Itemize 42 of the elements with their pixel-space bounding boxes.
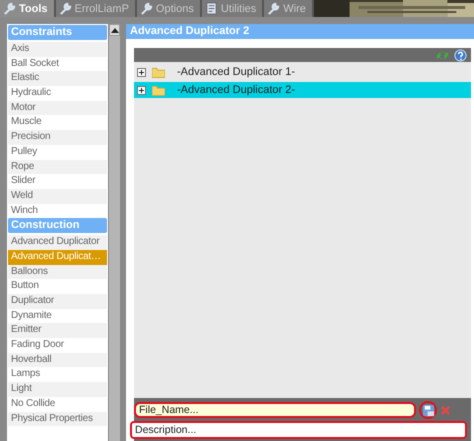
page-icon <box>204 2 218 15</box>
tool-item[interactable]: Hoverball <box>8 352 108 368</box>
tool-item[interactable]: Winch <box>8 204 108 218</box>
tool-item[interactable]: Emitter <box>8 323 108 338</box>
tool-item[interactable]: Precision <box>8 130 108 145</box>
tool-item[interactable]: Light <box>8 382 108 397</box>
tab[interactable]: ErrolLiamP <box>56 0 135 17</box>
tool-item[interactable]: Advanced Duplicator <box>8 235 108 250</box>
tool-item[interactable]: Weld <box>8 188 108 204</box>
scrollbar[interactable] <box>109 24 120 441</box>
tool-item[interactable]: Duplicator <box>8 294 108 309</box>
file-name: -Advanced Duplicator 2- <box>177 84 296 96</box>
tool-item[interactable]: Dynamite <box>8 308 108 324</box>
file-row[interactable]: -Advanced Duplicator 1- <box>134 64 471 80</box>
tool-item[interactable]: Motor <box>8 100 108 116</box>
expand-icon[interactable] <box>137 68 146 76</box>
file-name-field[interactable]: File_Name... <box>134 402 416 418</box>
wrench-icon <box>140 2 153 15</box>
tab[interactable]: Wire <box>264 0 312 17</box>
tab[interactable]: Utilities <box>202 0 262 17</box>
folder-icon <box>152 66 165 78</box>
description-field[interactable]: Description... <box>130 421 467 439</box>
tool-item[interactable]: Ball Socket <box>8 56 108 72</box>
expand-icon[interactable] <box>137 86 146 94</box>
file-name: -Advanced Duplicator 1- <box>177 66 296 78</box>
help-icon[interactable] <box>454 48 467 62</box>
wrench-icon <box>267 2 280 15</box>
file-row[interactable]: -Advanced Duplicator 2- <box>134 82 471 98</box>
tool-item[interactable]: Balloons <box>8 264 108 280</box>
save-icon <box>422 404 434 416</box>
save-button[interactable] <box>419 401 437 419</box>
tab[interactable]: Tools <box>0 0 54 17</box>
wrench-icon <box>3 2 16 15</box>
scroll-up-button[interactable] <box>109 24 120 36</box>
folder-icon <box>152 84 165 96</box>
tool-item[interactable]: Elastic <box>8 71 108 86</box>
tool-item[interactable]: Rope <box>8 160 108 174</box>
tab[interactable]: Options <box>136 0 200 17</box>
wrench-icon <box>58 2 72 15</box>
panel-title: Advanced Duplicator 2 <box>126 24 474 39</box>
tool-item[interactable]: Physical Properties <box>8 412 108 426</box>
tool-item[interactable]: Axis <box>8 42 108 57</box>
